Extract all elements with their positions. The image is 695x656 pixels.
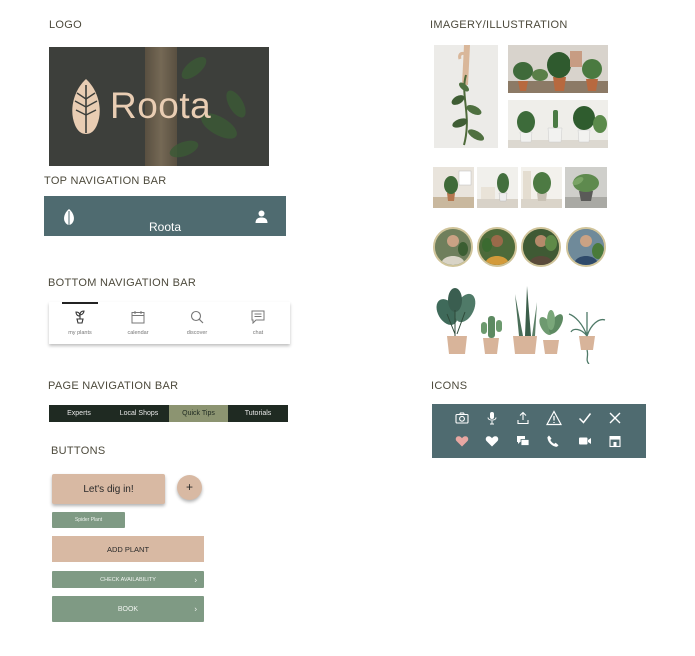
page-nav-tutorials[interactable]: Tutorials bbox=[228, 405, 288, 422]
check-availability-label: CHECK AVAILABILITY bbox=[100, 576, 156, 583]
photo-room-3 bbox=[521, 167, 562, 208]
spider-plant-chip[interactable]: Spider Plant bbox=[52, 512, 125, 528]
camera-icon[interactable] bbox=[455, 411, 469, 425]
photo-room-4 bbox=[565, 167, 607, 208]
plant-icon bbox=[75, 310, 85, 324]
warning-icon[interactable] bbox=[546, 410, 562, 426]
photo-potting-plants bbox=[508, 45, 608, 93]
user-icon[interactable] bbox=[255, 210, 268, 223]
avatar-3 bbox=[521, 227, 561, 267]
bottom-nav-label: my plants bbox=[68, 330, 92, 336]
calendar-icon bbox=[131, 311, 145, 324]
check-availability-button[interactable]: CHECK AVAILABILITY › bbox=[52, 571, 204, 588]
store-icon[interactable] bbox=[608, 434, 622, 448]
bottom-nav-label: chat bbox=[252, 330, 264, 336]
chevron-right-icon: › bbox=[194, 604, 197, 614]
leaf-logo-icon bbox=[72, 79, 100, 134]
avatar-4 bbox=[566, 227, 606, 267]
close-icon[interactable] bbox=[608, 411, 622, 425]
book-button[interactable]: BOOK › bbox=[52, 596, 204, 622]
section-title-icons: ICONS bbox=[431, 380, 468, 392]
bottom-nav-discover[interactable]: discover bbox=[167, 302, 227, 344]
video-icon[interactable] bbox=[578, 434, 592, 448]
bottom-nav-chat[interactable]: chat bbox=[228, 302, 288, 344]
page-navigation-bar: Experts Local Shops Quick Tips Tutorials bbox=[49, 405, 288, 422]
page-nav-experts[interactable]: Experts bbox=[49, 405, 109, 422]
section-title-page-nav: PAGE NAVIGATION BAR bbox=[48, 380, 179, 392]
phone-icon[interactable] bbox=[546, 434, 560, 448]
page-nav-quick-tips[interactable]: Quick Tips bbox=[169, 405, 228, 422]
chevron-right-icon: › bbox=[194, 575, 197, 584]
icons-panel bbox=[432, 404, 646, 458]
photo-hand-plant bbox=[434, 45, 498, 148]
lets-dig-in-button[interactable]: Let's dig in! bbox=[52, 474, 165, 504]
section-title-logo: LOGO bbox=[49, 19, 82, 31]
photo-shelf-plants bbox=[508, 100, 608, 148]
search-icon bbox=[190, 310, 204, 324]
avatar-2 bbox=[477, 227, 517, 267]
chat-icon bbox=[251, 310, 265, 324]
upload-icon[interactable] bbox=[516, 411, 530, 425]
microphone-icon[interactable] bbox=[485, 411, 499, 425]
section-title-imagery: IMAGERY/ILLUSTRATION bbox=[430, 19, 568, 31]
page-nav-local-shops[interactable]: Local Shops bbox=[109, 405, 169, 422]
section-title-buttons: BUTTONS bbox=[51, 445, 106, 457]
bottom-nav-label: calendar bbox=[127, 330, 149, 336]
messages-icon[interactable] bbox=[516, 434, 530, 448]
heart-icon[interactable] bbox=[485, 434, 499, 448]
avatar-1 bbox=[433, 227, 473, 267]
logo-image: Roota bbox=[49, 47, 269, 166]
add-plant-button[interactable]: ADD PLANT bbox=[52, 536, 204, 562]
bottom-nav-label: discover bbox=[186, 330, 208, 336]
bottom-navigation-bar: my plants calendar discover chat bbox=[49, 302, 290, 344]
top-nav-brand[interactable]: Roota bbox=[44, 220, 286, 234]
check-icon[interactable] bbox=[578, 411, 592, 425]
photo-room-1 bbox=[433, 167, 474, 208]
plants-illustration bbox=[436, 286, 606, 364]
section-title-bottom-nav: BOTTOM NAVIGATION BAR bbox=[48, 277, 197, 289]
heart-filled-pink-icon[interactable] bbox=[455, 434, 469, 448]
photo-room-2 bbox=[477, 167, 518, 208]
bottom-nav-calendar[interactable]: calendar bbox=[108, 302, 168, 344]
book-label: BOOK bbox=[117, 605, 139, 613]
logo-wordmark: Roota bbox=[110, 85, 212, 126]
top-navigation-bar: Roota bbox=[44, 196, 286, 236]
bottom-nav-my-plants[interactable]: my plants bbox=[50, 302, 110, 344]
add-fab-button[interactable]: + bbox=[177, 475, 202, 500]
section-title-top-nav: TOP NAVIGATION BAR bbox=[44, 175, 167, 187]
